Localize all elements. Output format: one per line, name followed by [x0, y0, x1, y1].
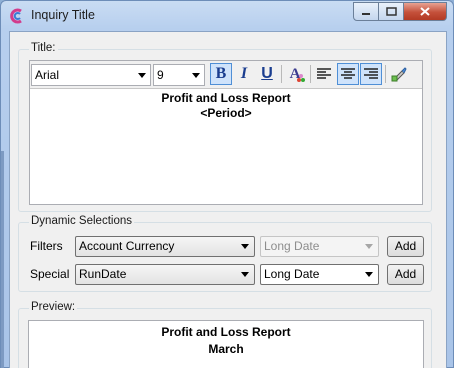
preview-line: March	[208, 342, 244, 356]
align-center-button[interactable]	[337, 63, 359, 85]
toolbar-separator	[385, 65, 386, 83]
filters-format-dropdown[interactable]: Long Date	[260, 236, 379, 257]
toolbar-separator	[281, 65, 282, 83]
special-selection-dropdown[interactable]: RunDate	[75, 264, 255, 285]
window-left-edge	[1, 151, 4, 368]
chevron-down-icon	[241, 244, 249, 249]
bold-icon: B	[215, 65, 227, 82]
font-name-value: Arial	[35, 68, 60, 82]
color-dots-icon	[297, 74, 305, 82]
formatting-toolbar: Arial 9 B I U A	[30, 61, 422, 89]
underline-button[interactable]: U	[256, 63, 278, 85]
close-icon	[420, 7, 430, 16]
align-right-icon	[364, 68, 378, 79]
filters-selection-value: Account Currency	[79, 239, 175, 253]
special-selection-value: RunDate	[79, 267, 127, 281]
preview-content: Profit and Loss Report March	[29, 324, 423, 358]
filters-format-value: Long Date	[264, 239, 320, 253]
underline-icon: U	[261, 65, 273, 82]
paint-brush-icon	[391, 67, 407, 82]
align-left-button[interactable]	[313, 63, 335, 85]
chevron-down-icon	[365, 244, 373, 249]
preview-box: Profit and Loss Report March	[28, 320, 424, 368]
app-icon	[10, 8, 22, 24]
minimize-icon	[362, 12, 370, 15]
align-left-icon	[317, 68, 331, 79]
preview-line: Profit and Loss Report	[161, 325, 291, 339]
special-format-dropdown[interactable]: Long Date	[260, 264, 379, 285]
special-add-button[interactable]: Add	[387, 264, 424, 285]
window-controls	[353, 2, 447, 21]
align-right-button[interactable]	[360, 63, 382, 85]
editor-line: <Period>	[200, 106, 252, 120]
title-group-label: Title:	[29, 42, 58, 54]
font-color-button[interactable]: A	[284, 63, 306, 85]
filters-label: Filters	[30, 239, 63, 253]
chevron-down-icon	[365, 272, 373, 277]
italic-icon: I	[240, 65, 248, 82]
close-button[interactable]	[404, 2, 447, 21]
font-size-combo[interactable]: 9	[153, 64, 205, 86]
maximize-button[interactable]	[379, 2, 404, 21]
title-editor[interactable]: Arial 9 B I U A Profit and Loss Report <…	[29, 60, 423, 205]
special-format-value: Long Date	[264, 267, 320, 281]
title-bar[interactable]: Inquiry Title	[1, 1, 453, 31]
editor-line: Profit and Loss Report	[161, 91, 291, 105]
window-title: Inquiry Title	[31, 8, 95, 22]
title-editor-content[interactable]: Profit and Loss Report <Period>	[30, 91, 422, 121]
preview-label: Preview:	[29, 301, 78, 313]
align-center-icon	[341, 68, 355, 79]
dynamic-selections-label: Dynamic Selections	[29, 215, 134, 227]
bold-button[interactable]: B	[210, 63, 232, 85]
font-name-combo[interactable]: Arial	[31, 64, 151, 86]
maximize-icon	[385, 7, 397, 16]
filters-selection-dropdown[interactable]: Account Currency	[75, 236, 255, 257]
special-label: Special	[30, 267, 70, 281]
format-brush-button[interactable]	[388, 63, 410, 85]
toolbar-separator	[310, 65, 311, 83]
filters-add-button[interactable]: Add	[387, 236, 424, 257]
minimize-button[interactable]	[353, 2, 379, 21]
font-size-value: 9	[157, 68, 164, 82]
chevron-down-icon	[138, 73, 146, 78]
italic-button[interactable]: I	[233, 63, 255, 85]
chevron-down-icon	[241, 272, 249, 277]
chevron-down-icon	[192, 73, 200, 78]
inquiry-title-window: Inquiry Title Title: Arial 9 B I U A Pro…	[0, 0, 454, 368]
